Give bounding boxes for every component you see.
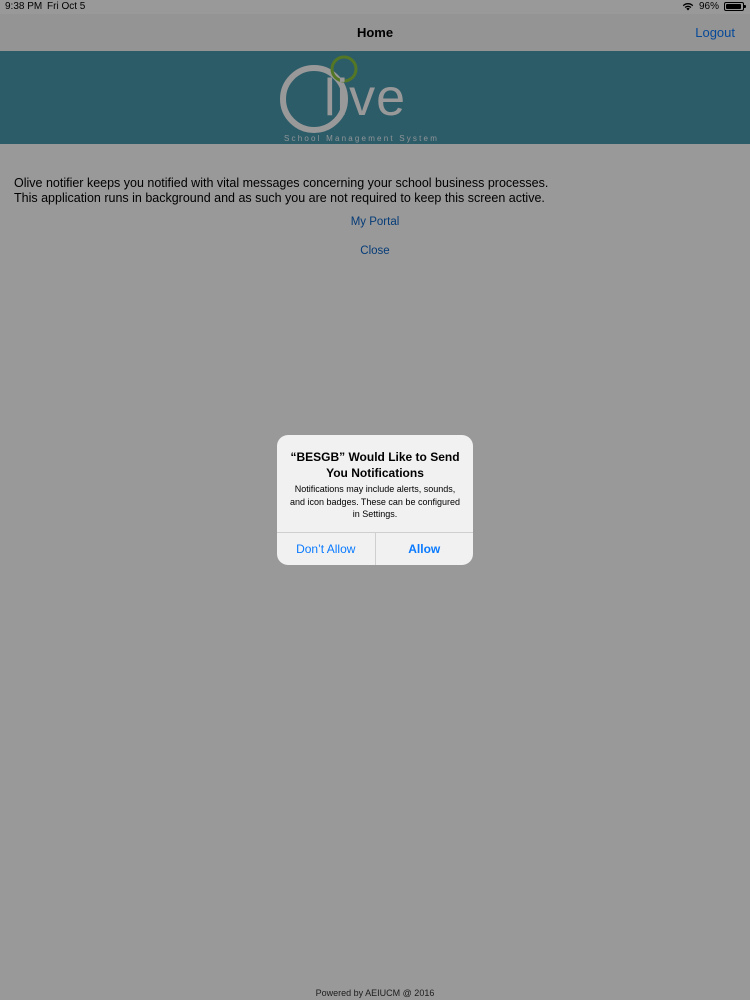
notification-permission-alert: “BESGB” Would Like to Send You Notificat… [277,435,473,565]
alert-title: “BESGB” Would Like to Send You Notificat… [290,450,460,480]
dont-allow-button[interactable]: Don’t Allow [277,533,375,565]
allow-button[interactable]: Allow [374,533,474,565]
app-screen: 9:38 PM Fri Oct 5 96% Home Logout live S… [0,0,750,1000]
alert-actions: Don’t Allow Allow [277,532,473,565]
alert-message: Notifications may include alerts, sounds… [290,484,460,519]
